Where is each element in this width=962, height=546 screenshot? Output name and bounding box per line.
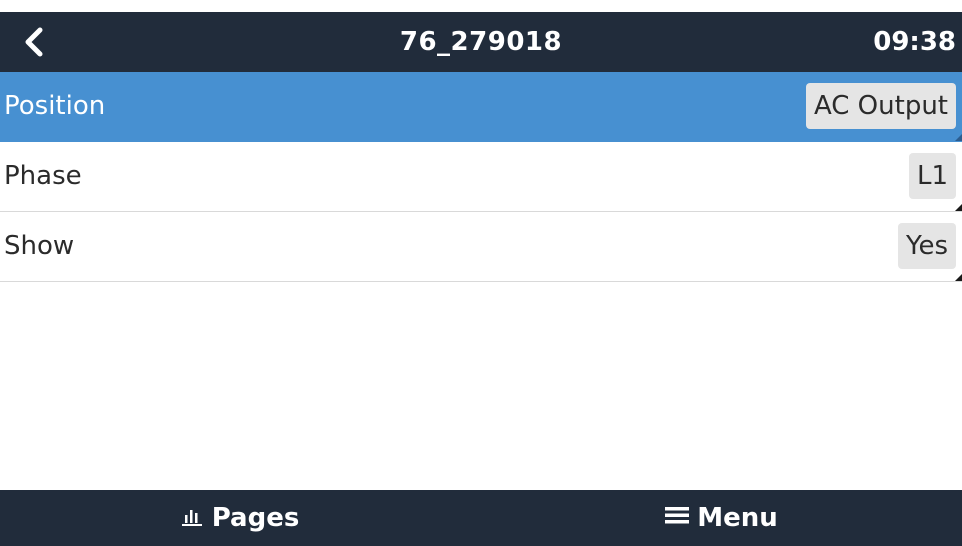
row-label-show: Show: [4, 231, 75, 261]
edit-corner-icon: [955, 204, 962, 211]
menu-button[interactable]: Menu: [481, 490, 962, 546]
edit-corner-icon: [955, 134, 962, 141]
hamburger-menu-icon: [665, 503, 697, 533]
footer-bar: Pages Menu: [0, 490, 962, 546]
page-title: 76_279018: [399, 27, 563, 57]
settings-list: Position AC Output Phase L1 Show Yes: [0, 72, 962, 282]
row-show[interactable]: Show Yes: [0, 212, 962, 282]
row-label-position: Position: [4, 91, 106, 121]
header-bar: 76_279018 09:38: [0, 12, 962, 72]
edit-corner-icon: [955, 274, 962, 281]
row-position[interactable]: Position AC Output: [0, 72, 962, 142]
pages-button[interactable]: Pages: [0, 490, 481, 546]
position-value[interactable]: AC Output: [805, 83, 956, 129]
top-margin: [0, 0, 962, 12]
menu-label: Menu: [697, 503, 778, 533]
phase-value[interactable]: L1: [908, 153, 956, 199]
clock-time: 09:38: [873, 27, 956, 57]
row-label-phase: Phase: [4, 161, 82, 191]
pages-label: Pages: [211, 503, 300, 533]
show-value[interactable]: Yes: [898, 223, 956, 269]
bar-chart-icon: [181, 503, 212, 533]
row-phase[interactable]: Phase L1: [0, 142, 962, 212]
